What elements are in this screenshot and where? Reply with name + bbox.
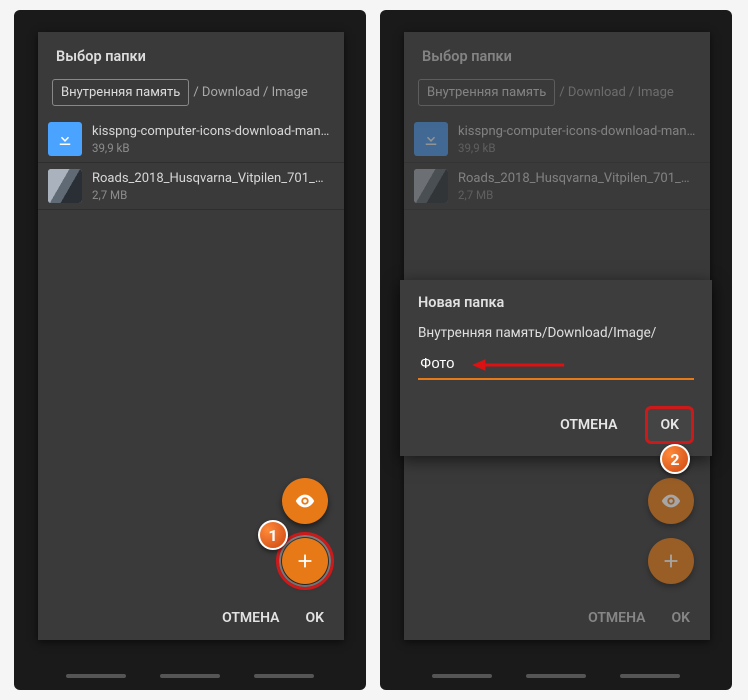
dialog-actions: ОТМЕНА OK xyxy=(38,596,344,640)
download-icon xyxy=(48,122,82,156)
file-name: Roads_2018_Husqvarna_Vitpilen_701_M… xyxy=(458,171,698,186)
ok-button[interactable]: OK xyxy=(305,610,324,626)
image-thumbnail xyxy=(48,169,82,203)
breadcrumb-rest[interactable]: / Download / Image xyxy=(193,85,307,100)
file-size: 39,9 kB xyxy=(458,141,698,155)
preview-fab[interactable] xyxy=(282,478,328,524)
phone-screen-right: Выбор папки Внутренняя память / Download… xyxy=(380,10,732,690)
eye-icon xyxy=(660,490,682,512)
new-folder-dialog: Новая папка Внутренняя память/Download/I… xyxy=(400,280,712,456)
file-name: kisspng-computer-icons-download-mana… xyxy=(92,124,332,139)
image-thumbnail xyxy=(414,169,448,203)
dialog-body: 1 xyxy=(38,210,344,596)
folder-picker-dialog: Выбор папки Внутренняя память / Download… xyxy=(38,32,344,640)
folder-name-input[interactable] xyxy=(418,351,694,380)
file-list: kisspng-computer-icons-download-mana… 39… xyxy=(38,116,344,210)
ok-button[interactable]: OK xyxy=(645,406,694,444)
list-item[interactable]: Roads_2018_Husqvarna_Vitpilen_701_M… 2,7… xyxy=(38,163,344,210)
file-name: kisspng-computer-icons-download-mana… xyxy=(458,124,698,139)
file-size: 2,7 MB xyxy=(92,188,332,202)
breadcrumb: Внутренняя память / Download / Image xyxy=(404,79,710,116)
cancel-button: ОТМЕНА xyxy=(588,610,645,626)
android-navbar xyxy=(14,674,366,680)
cancel-button[interactable]: ОТМЕНА xyxy=(222,610,279,626)
phone-screen-left: Выбор папки Внутренняя память / Download… xyxy=(14,10,366,690)
new-folder-path: Внутренняя память/Download/Image/ xyxy=(418,325,694,341)
ok-button: OK xyxy=(671,610,690,626)
file-size: 39,9 kB xyxy=(92,141,332,155)
new-folder-title: Новая папка xyxy=(418,294,694,311)
breadcrumb: Внутренняя память / Download / Image xyxy=(38,79,344,116)
new-folder-actions: ОТМЕНА OK xyxy=(418,406,694,444)
new-folder-fab xyxy=(648,538,694,584)
file-size: 2,7 MB xyxy=(458,188,698,202)
preview-fab xyxy=(648,478,694,524)
eye-icon xyxy=(294,490,316,512)
step-badge: 1 xyxy=(258,520,288,550)
dialog-actions: ОТМЕНА OK xyxy=(404,596,710,640)
file-list: kisspng-computer-icons-download-mana… 39… xyxy=(404,116,710,210)
dialog-title: Выбор папки xyxy=(38,32,344,79)
plus-icon xyxy=(294,550,316,572)
dialog-title: Выбор папки xyxy=(404,32,710,79)
file-name: Roads_2018_Husqvarna_Vitpilen_701_M… xyxy=(92,171,332,186)
breadcrumb-root: Внутренняя память xyxy=(418,79,555,106)
download-icon xyxy=(414,122,448,156)
cancel-button[interactable]: ОТМЕНА xyxy=(548,409,629,441)
new-folder-fab[interactable] xyxy=(282,538,328,584)
list-item[interactable]: kisspng-computer-icons-download-mana… 39… xyxy=(38,116,344,163)
android-navbar xyxy=(380,674,732,680)
plus-icon xyxy=(660,550,682,572)
breadcrumb-rest: / Download / Image xyxy=(559,85,673,100)
list-item: kisspng-computer-icons-download-mana… 39… xyxy=(404,116,710,163)
breadcrumb-root[interactable]: Внутренняя память xyxy=(52,79,189,106)
list-item: Roads_2018_Husqvarna_Vitpilen_701_M… 2,7… xyxy=(404,163,710,210)
